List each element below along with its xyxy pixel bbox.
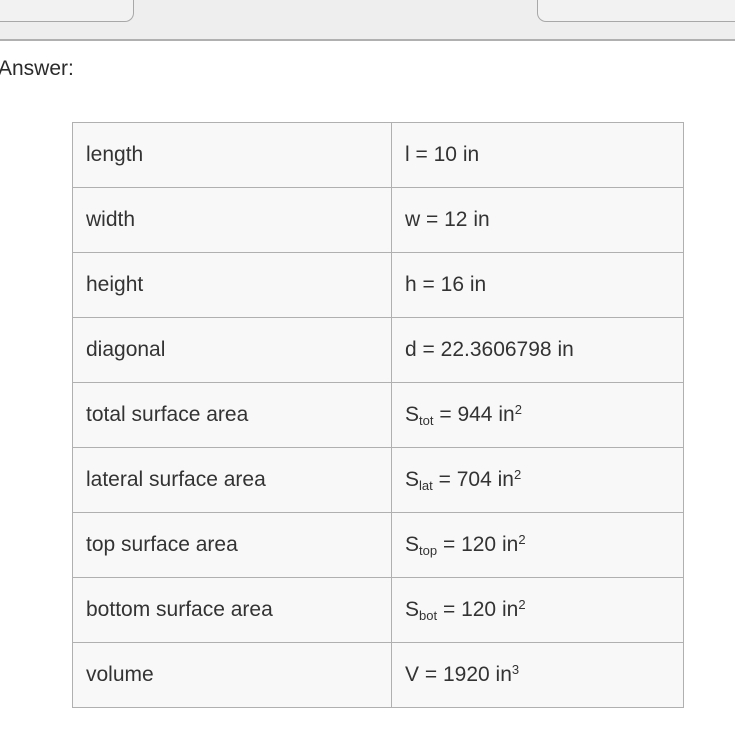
row-value: l = 10 in [391, 122, 684, 188]
row-value: w = 12 in [391, 187, 684, 253]
value-unit: in [473, 208, 490, 231]
value-number: 704 [456, 468, 492, 491]
value-equals: = [424, 663, 438, 686]
value-subscript: bot [419, 607, 438, 623]
value-unit: in [557, 338, 574, 361]
value-equals: = [442, 533, 456, 556]
value-number: 120 [461, 533, 497, 556]
value-number: 16 [440, 273, 464, 296]
row-label: bottom surface area [72, 577, 392, 643]
results-table-body: length l = 10 in width w = 12 in height … [72, 122, 684, 708]
row-label: total surface area [72, 382, 392, 448]
value-number: 22.3606798 [440, 338, 552, 361]
value-unit: in [497, 468, 514, 491]
top-toolbar [0, 0, 735, 41]
value-number: 12 [444, 208, 468, 231]
value-exponent: 2 [518, 531, 526, 547]
value-unit: in [469, 273, 487, 296]
value-unit: in [495, 663, 512, 686]
value-symbol: S [405, 468, 420, 491]
value-exponent: 3 [511, 661, 520, 677]
row-value: V = 1920 in3 [391, 642, 684, 708]
row-value: Slat = 704 in2 [391, 447, 684, 513]
value-symbol: S [405, 598, 420, 621]
row-label: width [72, 187, 392, 253]
row-label: length [72, 122, 392, 188]
value-exponent: 2 [518, 596, 526, 612]
row-value: Sbot = 120 in2 [391, 577, 684, 643]
value-equals: = [439, 403, 452, 426]
toolbar-left-tab[interactable] [0, 0, 134, 22]
table-row: height h = 16 in [72, 252, 684, 318]
value-symbol: S [405, 403, 420, 426]
value-equals: = [422, 338, 435, 361]
value-subscript: tot [419, 412, 434, 428]
table-row: width w = 12 in [72, 187, 684, 253]
value-unit: in [501, 598, 519, 621]
value-subscript: lat [419, 477, 433, 493]
value-exponent: 2 [513, 466, 522, 482]
value-subscript: top [419, 542, 438, 558]
value-equals: = [438, 468, 451, 491]
value-equals: = [422, 273, 435, 296]
value-symbol: l [405, 143, 410, 166]
table-row: bottom surface area Sbot = 120 in2 [72, 577, 684, 643]
value-number: 120 [461, 598, 497, 621]
answer-label: Answer: [0, 57, 74, 80]
row-label: top surface area [72, 512, 392, 578]
value-exponent: 2 [514, 401, 522, 417]
value-symbol: d [405, 338, 417, 361]
value-symbol: h [405, 273, 417, 296]
table-row: top surface area Stop = 120 in2 [72, 512, 684, 578]
row-label: height [72, 252, 392, 318]
value-symbol: w [405, 208, 421, 231]
row-value: d = 22.3606798 in [391, 317, 684, 383]
value-equals: = [415, 143, 428, 166]
value-equals: = [426, 208, 439, 231]
table-row: length l = 10 in [72, 122, 684, 188]
results-table: length l = 10 in width w = 12 in height … [72, 122, 684, 708]
value-number: 1920 [442, 663, 490, 686]
table-row: total surface area Stot = 944 in2 [72, 382, 684, 448]
row-value: Stot = 944 in2 [391, 382, 684, 448]
value-unit: in [462, 143, 480, 166]
value-equals: = [442, 598, 456, 621]
value-number: 10 [433, 143, 457, 166]
row-label: lateral surface area [72, 447, 392, 513]
row-label: diagonal [72, 317, 392, 383]
table-row: lateral surface area Slat = 704 in2 [72, 447, 684, 513]
row-value: h = 16 in [391, 252, 684, 318]
toolbar-right-tab[interactable] [537, 0, 735, 22]
value-symbol: S [405, 533, 420, 556]
table-row: diagonal d = 22.3606798 in [72, 317, 684, 383]
row-label: volume [72, 642, 392, 708]
table-row: volume V = 1920 in3 [72, 642, 684, 708]
value-unit: in [498, 403, 515, 426]
row-value: Stop = 120 in2 [391, 512, 684, 578]
value-number: 944 [457, 403, 493, 426]
value-symbol: V [405, 663, 420, 686]
value-unit: in [501, 533, 519, 556]
